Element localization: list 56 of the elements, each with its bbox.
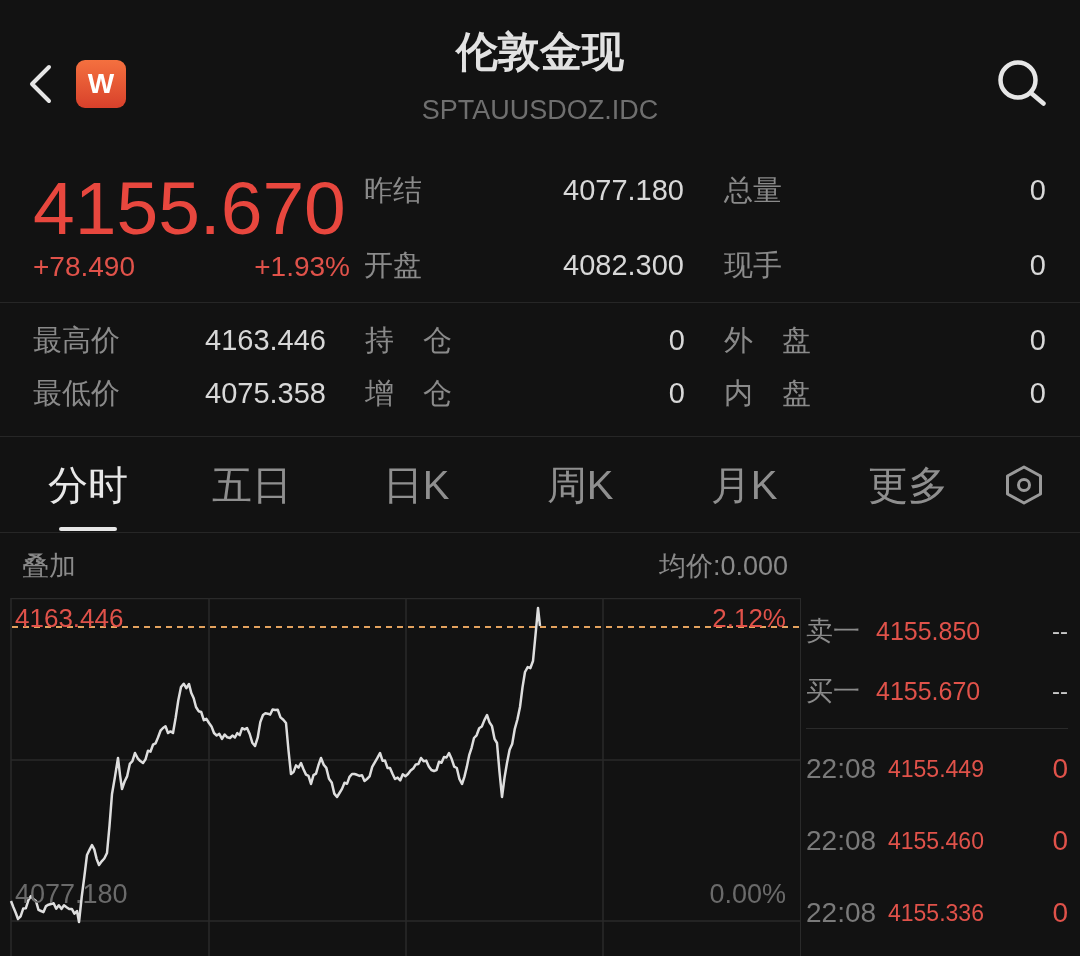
stat-label: 持 仓	[365, 322, 452, 358]
stat-label: 最低价	[33, 375, 120, 411]
order-volume: --	[1052, 676, 1068, 706]
app-logo: W	[76, 60, 126, 108]
high-percent-label: 2.12%	[712, 603, 786, 633]
stat-value: 0	[1029, 322, 1046, 358]
order-side: 卖一	[806, 615, 861, 647]
stat-value: 4163.446	[205, 322, 326, 358]
instrument-code: SPTAUUSDOZ.IDC	[421, 94, 659, 126]
stat-label: 最高价	[33, 322, 120, 358]
trade-price: 4155.336	[888, 899, 984, 928]
chart-tab[interactable]: 月K	[662, 437, 826, 532]
settings-icon[interactable]	[1005, 464, 1043, 505]
average-price: 均价:0.000	[658, 549, 788, 583]
stat-value: 4075.358	[205, 375, 326, 411]
stat-label: 开盘	[364, 248, 422, 283]
stat-value: 0	[668, 322, 685, 358]
trade-price: 4155.460	[888, 827, 984, 856]
trade-price: 4155.449	[888, 755, 984, 784]
trade-volume: 0	[1052, 824, 1068, 858]
tab-indicator	[59, 527, 117, 531]
order-volume: --	[1052, 616, 1068, 646]
price-change-percent: +1.93%	[254, 250, 350, 284]
order-price: 4155.850	[876, 616, 981, 646]
stat-value: 0	[668, 375, 685, 411]
price-change: +78.490	[33, 250, 135, 284]
stat-value: 0	[1029, 173, 1046, 208]
stat-label: 昨结	[364, 173, 422, 208]
trade-time: 22:08	[806, 896, 878, 930]
stat-value: 0	[1029, 248, 1046, 283]
search-icon[interactable]	[998, 60, 1046, 106]
overlay-button[interactable]: 叠加	[22, 548, 76, 583]
high-price-label: 4163.446	[15, 603, 124, 633]
trade-volume: 0	[1052, 896, 1068, 930]
stat-label: 现手	[724, 248, 782, 283]
stat-label: 内 盘	[724, 375, 811, 411]
chart-tab[interactable]: 分时	[6, 437, 170, 532]
base-percent-label: 0.00%	[709, 878, 786, 910]
order-price: 4155.670	[876, 676, 981, 706]
order-side: 买一	[806, 675, 861, 707]
trade-volume: 0	[1052, 752, 1068, 786]
back-icon[interactable]	[28, 64, 52, 104]
stat-label: 增 仓	[365, 375, 452, 411]
last-price: 4155.670	[33, 168, 347, 248]
chart-tab[interactable]: 五日	[170, 437, 334, 532]
stat-value: 4077.180	[563, 173, 684, 208]
stat-label: 总量	[724, 173, 782, 208]
trade-time: 22:08	[806, 752, 878, 786]
trade-time: 22:08	[806, 824, 878, 858]
stat-value: 4082.300	[563, 248, 684, 283]
chart-tab[interactable]: 周K	[498, 437, 662, 532]
stat-value: 0	[1029, 375, 1046, 411]
chart-tab[interactable]: 更多	[826, 437, 990, 532]
instrument-title: 伦敦金现	[456, 27, 624, 77]
stat-label: 外 盘	[724, 322, 811, 358]
chart-tab[interactable]: 日K	[334, 437, 498, 532]
